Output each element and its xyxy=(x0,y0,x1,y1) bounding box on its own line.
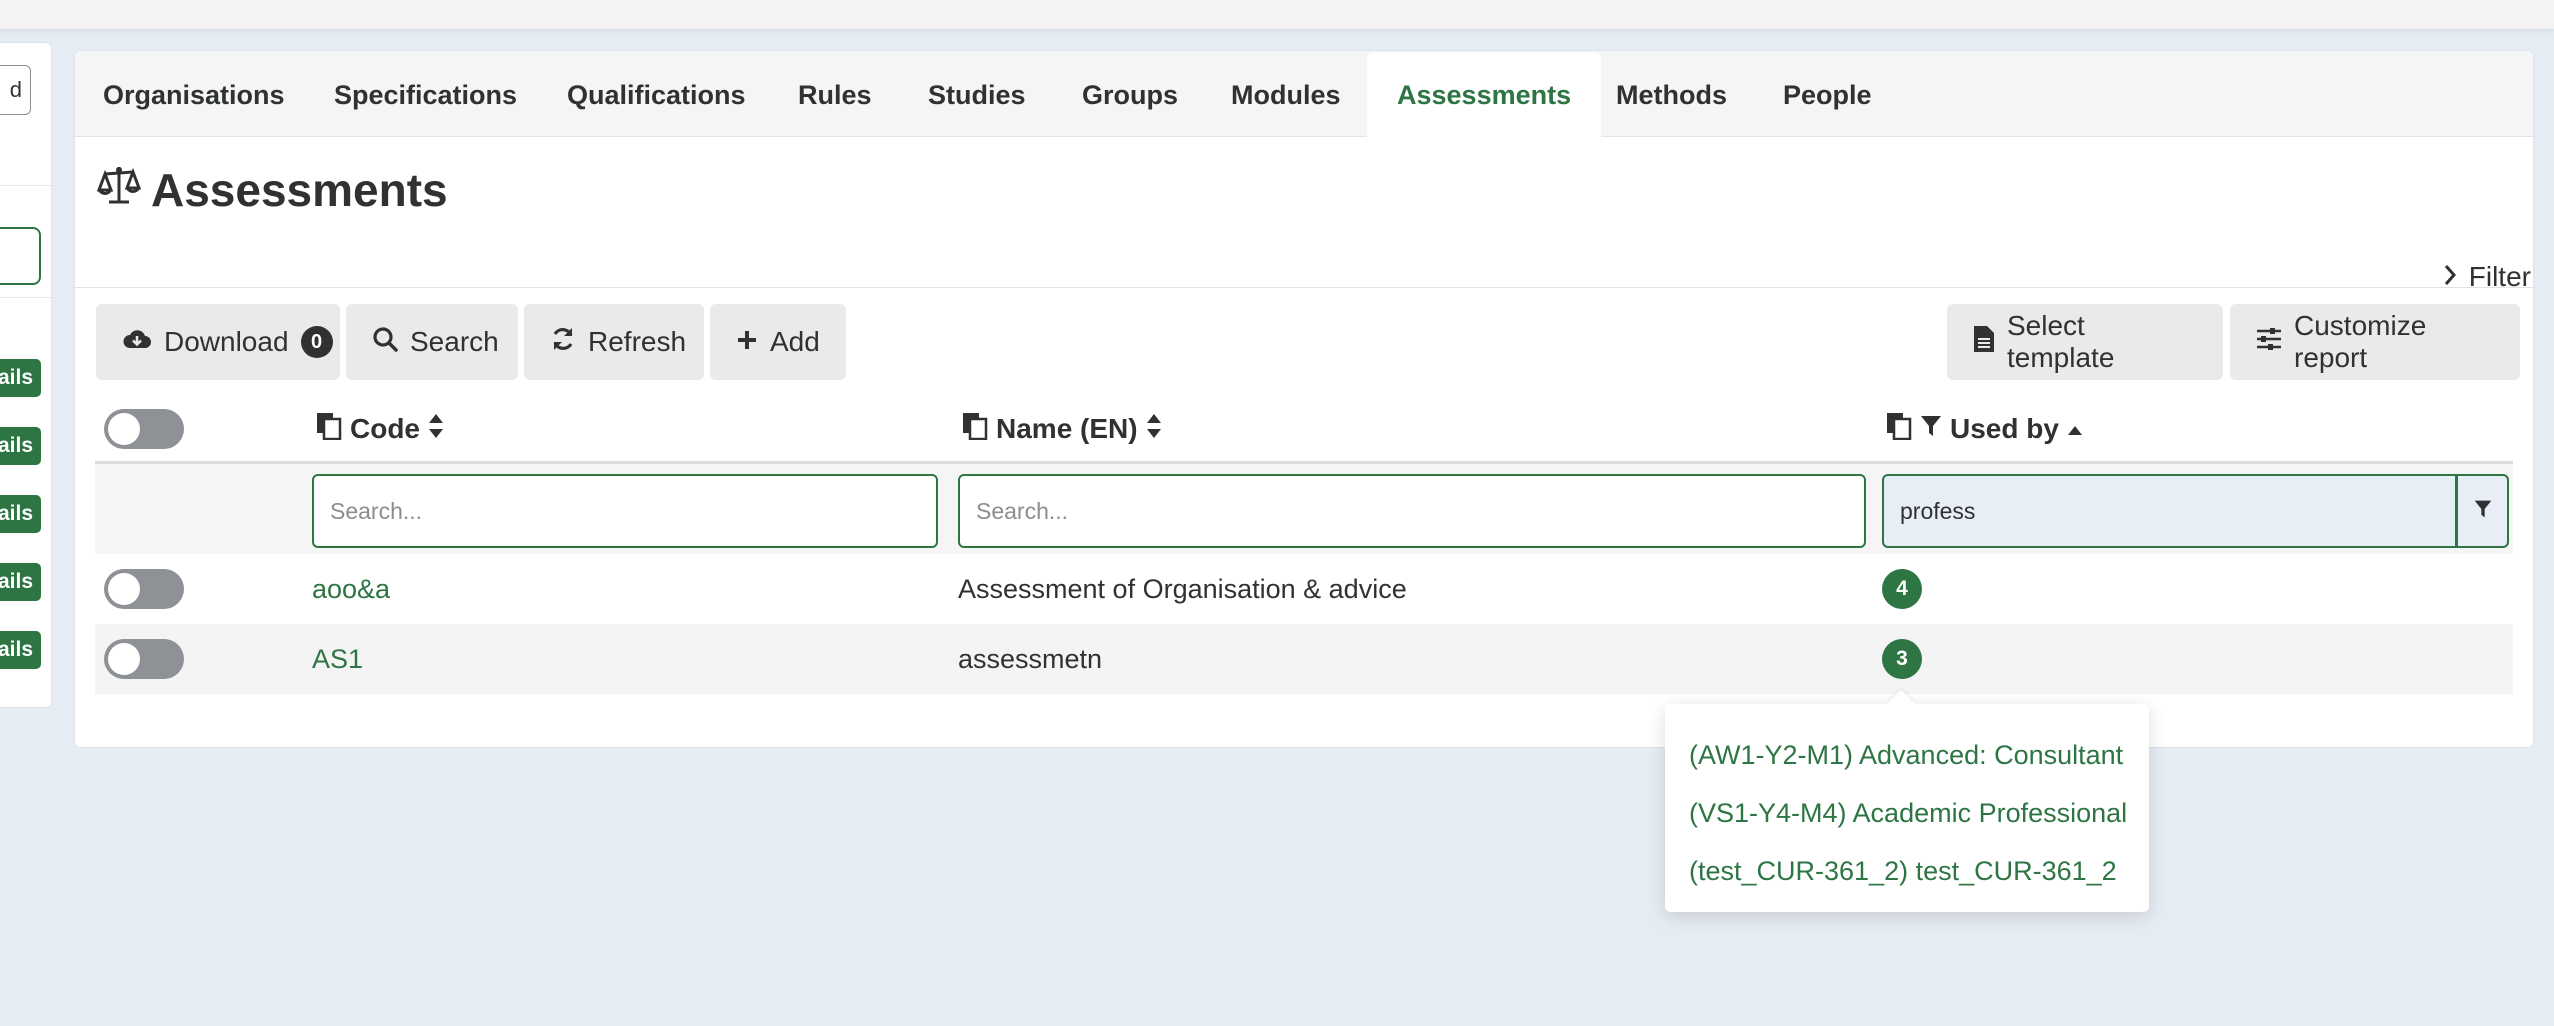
page-header: Assessments xyxy=(75,138,2533,288)
left-panel-input[interactable] xyxy=(0,227,41,285)
used-by-count-badge[interactable]: 3 xyxy=(1882,639,1922,679)
row-select-toggle[interactable] xyxy=(104,639,184,679)
download-count-badge: 0 xyxy=(300,326,333,358)
cloud-download-icon xyxy=(122,326,152,358)
file-text-icon xyxy=(1973,325,1995,360)
column-header-code[interactable]: Code xyxy=(316,394,444,464)
select-template-label: Select template xyxy=(2007,310,2115,373)
main-card: Organisations Specifications Qualificati… xyxy=(74,50,2534,748)
column-label: Name (EN) xyxy=(996,413,1138,444)
tab-assessments[interactable]: Assessments xyxy=(1367,53,1602,137)
tab-studies[interactable]: Studies xyxy=(928,53,1026,137)
tab-groups[interactable]: Groups xyxy=(1082,53,1178,137)
tab-organisations[interactable]: Organisations xyxy=(103,53,285,137)
page-title: Assessments xyxy=(96,160,448,220)
table-row[interactable]: aoo&a Assessment of Organisation & advic… xyxy=(95,554,2513,624)
tab-rules[interactable]: Rules xyxy=(798,53,872,137)
tab-modules[interactable]: Modules xyxy=(1231,53,1341,137)
divider xyxy=(0,185,51,186)
details-button[interactable]: ails xyxy=(0,495,41,533)
left-panel-button[interactable]: d xyxy=(0,65,31,115)
download-label: Download xyxy=(164,326,289,357)
filter-row xyxy=(95,464,2513,554)
filter-toggle-label: Filter xyxy=(2468,261,2531,292)
left-panel: d ails ails ails ails ails xyxy=(0,42,52,708)
popover-item-link[interactable]: (test_CUR-361_2) test_CUR-361_2 xyxy=(1665,842,2149,900)
row-name: Assessment of Organisation & advice xyxy=(958,574,1407,604)
page-title-text: Assessments xyxy=(151,164,448,216)
tab-qualifications[interactable]: Qualifications xyxy=(567,53,746,137)
details-button[interactable]: ails xyxy=(0,631,41,669)
add-button[interactable]: Add xyxy=(710,304,846,380)
refresh-icon xyxy=(550,326,576,359)
table-header: Code Name (EN) Used by xyxy=(95,394,2513,464)
table-row[interactable]: AS1 assessmetn 3 xyxy=(95,624,2513,694)
row-name: assessmetn xyxy=(958,644,1103,674)
row-select-toggle[interactable] xyxy=(104,569,184,609)
used-by-search-input[interactable] xyxy=(1882,474,2457,548)
filter-icon xyxy=(2473,499,2493,524)
top-bar xyxy=(0,0,2554,30)
sort-icon[interactable] xyxy=(1146,412,1162,447)
search-button[interactable]: Search xyxy=(346,304,518,380)
used-by-popover: (AW1-Y2-M1) Advanced: Consultant (VS1-Y4… xyxy=(1665,704,2149,912)
tab-bar: Organisations Specifications Qualificati… xyxy=(75,51,2533,137)
column-header-used-by[interactable]: Used by xyxy=(1886,394,2083,464)
popover-item-link[interactable]: (AW1-Y2-M1) Advanced: Consultant xyxy=(1665,726,2149,784)
sort-ascending-icon[interactable] xyxy=(2067,413,2083,445)
customize-report-button[interactable]: Customize report xyxy=(2230,304,2520,380)
code-search-input[interactable] xyxy=(312,474,938,548)
copy-icon[interactable] xyxy=(962,412,988,447)
used-by-filter-button[interactable] xyxy=(2457,474,2509,548)
refresh-button[interactable]: Refresh xyxy=(524,304,704,380)
tab-methods[interactable]: Methods xyxy=(1616,53,1727,137)
customize-report-label: Customize report xyxy=(2294,310,2427,373)
details-button[interactable]: ails xyxy=(0,427,41,465)
tab-specifications[interactable]: Specifications xyxy=(334,53,517,137)
row-code-link[interactable]: AS1 xyxy=(312,624,363,694)
details-button[interactable]: ails xyxy=(0,359,41,397)
column-label: Code xyxy=(350,413,420,444)
filter-icon[interactable] xyxy=(1920,413,1942,445)
row-code-link[interactable]: aoo&a xyxy=(312,554,390,624)
select-all-toggle[interactable] xyxy=(104,409,184,449)
download-button[interactable]: Download 0 xyxy=(96,304,340,380)
select-template-button[interactable]: Select template xyxy=(1947,304,2223,380)
filter-toggle[interactable]: Filter xyxy=(2443,261,2531,293)
balance-scale-icon xyxy=(96,163,142,217)
refresh-label: Refresh xyxy=(588,326,687,357)
sliders-icon xyxy=(2256,326,2282,358)
copy-icon[interactable] xyxy=(316,412,342,447)
popover-item-link[interactable]: (VS1-Y4-M4) Academic Professional xyxy=(1665,784,2149,842)
name-search-input[interactable] xyxy=(958,474,1866,548)
tab-people[interactable]: People xyxy=(1783,53,1872,137)
plus-icon xyxy=(736,326,758,358)
sort-icon[interactable] xyxy=(428,412,444,447)
chevron-right-icon xyxy=(2443,261,2457,293)
add-label: Add xyxy=(770,326,820,357)
used-by-count-badge[interactable]: 4 xyxy=(1882,569,1922,609)
divider xyxy=(0,297,51,298)
details-button[interactable]: ails xyxy=(0,563,41,601)
column-label: Used by xyxy=(1950,413,2059,444)
search-label: Search xyxy=(410,326,499,357)
column-header-name[interactable]: Name (EN) xyxy=(962,394,1162,464)
copy-icon[interactable] xyxy=(1886,412,1912,447)
search-icon xyxy=(372,326,398,359)
